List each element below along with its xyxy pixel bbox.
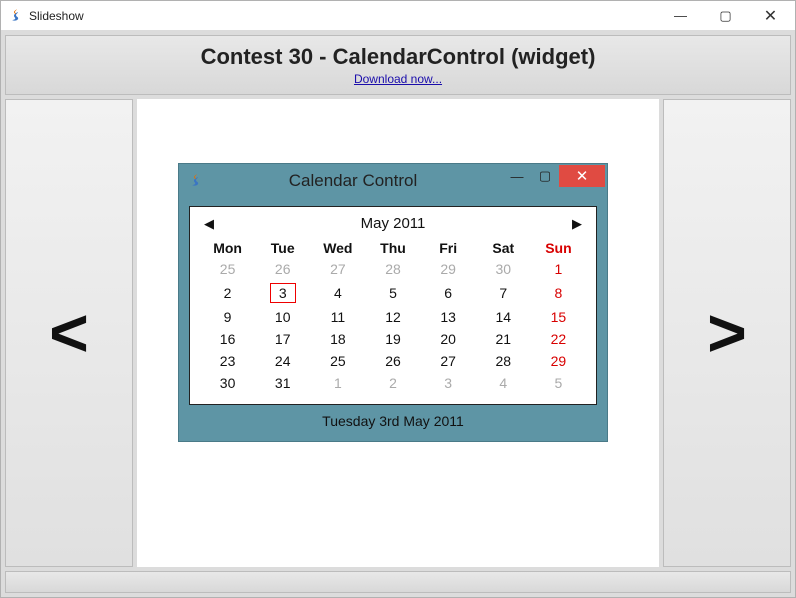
calendar-day[interactable]: 18 bbox=[310, 328, 365, 350]
calendar-titlebar: Calendar Control — ▢ ✕ bbox=[179, 164, 607, 198]
calendar-day[interactable]: 6 bbox=[421, 280, 476, 306]
calendar-day[interactable]: 13 bbox=[421, 306, 476, 328]
java-icon bbox=[7, 8, 23, 24]
minimize-button[interactable]: — bbox=[658, 2, 703, 30]
titlebar: Slideshow — ▢ ✕ bbox=[1, 1, 795, 31]
calendar-day[interactable]: 11 bbox=[310, 306, 365, 328]
calendar-day[interactable]: 22 bbox=[531, 328, 586, 350]
calendar-day[interactable]: 3 bbox=[421, 372, 476, 394]
titlebar-left: Slideshow bbox=[7, 8, 84, 24]
calendar-day[interactable]: 27 bbox=[421, 350, 476, 372]
calendar-day[interactable]: 27 bbox=[310, 258, 365, 280]
calendar-day[interactable]: 24 bbox=[255, 350, 310, 372]
calendar-day[interactable]: 28 bbox=[476, 350, 531, 372]
calendar-day[interactable]: 7 bbox=[476, 280, 531, 306]
slide-image: Calendar Control — ▢ ✕ ◀ Ma bbox=[178, 153, 618, 513]
calendar-row: 16171819202122 bbox=[200, 328, 586, 350]
calendar-weekday: Sun bbox=[531, 238, 586, 258]
window-controls: — ▢ ✕ bbox=[658, 2, 793, 30]
calendar-day[interactable]: 4 bbox=[476, 372, 531, 394]
java-icon bbox=[187, 173, 203, 189]
calendar-day[interactable]: 31 bbox=[255, 372, 310, 394]
calendar-day[interactable]: 12 bbox=[365, 306, 420, 328]
calendar-day[interactable]: 16 bbox=[200, 328, 255, 350]
calendar-weekday: Sat bbox=[476, 238, 531, 258]
calendar-day[interactable]: 29 bbox=[531, 350, 586, 372]
calendar-row: 9101112131415 bbox=[200, 306, 586, 328]
calendar-maximize-button[interactable]: ▢ bbox=[531, 165, 559, 187]
maximize-button[interactable]: ▢ bbox=[703, 2, 748, 30]
calendar-minimize-button[interactable]: — bbox=[503, 165, 531, 187]
calendar-prev-month-icon[interactable]: ◀ bbox=[204, 216, 214, 232]
calendar-day[interactable]: 21 bbox=[476, 328, 531, 350]
calendar-day[interactable]: 5 bbox=[531, 372, 586, 394]
calendar-day[interactable]: 9 bbox=[200, 306, 255, 328]
calendar-weekday: Mon bbox=[200, 238, 255, 258]
footer-panel bbox=[5, 571, 791, 593]
calendar-day[interactable]: 26 bbox=[255, 258, 310, 280]
calendar-row: 23242526272829 bbox=[200, 350, 586, 372]
calendar-header: ◀ May 2011 ▶ bbox=[200, 215, 586, 238]
calendar-next-month-icon[interactable]: ▶ bbox=[572, 216, 582, 232]
calendar-day[interactable]: 29 bbox=[421, 258, 476, 280]
calendar-content: ◀ May 2011 ▶ MonTueWedThuFriSatSun 25262… bbox=[179, 198, 607, 441]
calendar-window: Calendar Control — ▢ ✕ ◀ Ma bbox=[178, 163, 608, 442]
app-window: Slideshow — ▢ ✕ Contest 30 - CalendarCon… bbox=[0, 0, 796, 598]
window-title: Slideshow bbox=[29, 9, 84, 23]
calendar-day[interactable]: 1 bbox=[310, 372, 365, 394]
calendar-window-controls: — ▢ ✕ bbox=[503, 164, 605, 198]
calendar-month-label: May 2011 bbox=[361, 215, 426, 232]
calendar-day[interactable]: 23 bbox=[200, 350, 255, 372]
calendar-weekday: Tue bbox=[255, 238, 310, 258]
page-title: Contest 30 - CalendarControl (widget) bbox=[201, 44, 596, 70]
calendar-day[interactable]: 3 bbox=[255, 280, 310, 306]
next-button[interactable]: > bbox=[663, 99, 791, 567]
calendar-day[interactable]: 25 bbox=[200, 258, 255, 280]
close-button[interactable]: ✕ bbox=[748, 2, 793, 30]
calendar-box: ◀ May 2011 ▶ MonTueWedThuFriSatSun 25262… bbox=[189, 206, 597, 405]
calendar-weekday: Thu bbox=[365, 238, 420, 258]
calendar-day[interactable]: 19 bbox=[365, 328, 420, 350]
calendar-row: 303112345 bbox=[200, 372, 586, 394]
calendar-close-button[interactable]: ✕ bbox=[559, 165, 605, 187]
calendar-day[interactable]: 2 bbox=[200, 280, 255, 306]
calendar-day[interactable]: 5 bbox=[365, 280, 420, 306]
calendar-weekday: Fri bbox=[421, 238, 476, 258]
calendar-window-title: Calendar Control bbox=[203, 171, 503, 191]
content-row: < Calendar Control bbox=[5, 99, 791, 567]
slide-panel: Calendar Control — ▢ ✕ ◀ Ma bbox=[137, 99, 659, 567]
calendar-day[interactable]: 30 bbox=[200, 372, 255, 394]
calendar-day[interactable]: 15 bbox=[531, 306, 586, 328]
calendar-grid: MonTueWedThuFriSatSun 252627282930123456… bbox=[200, 238, 586, 394]
calendar-day[interactable]: 26 bbox=[365, 350, 420, 372]
calendar-day[interactable]: 1 bbox=[531, 258, 586, 280]
calendar-day[interactable]: 25 bbox=[310, 350, 365, 372]
calendar-day[interactable]: 4 bbox=[310, 280, 365, 306]
download-link[interactable]: Download now... bbox=[354, 72, 442, 86]
calendar-day[interactable]: 20 bbox=[421, 328, 476, 350]
calendar-day[interactable]: 28 bbox=[365, 258, 420, 280]
calendar-day[interactable]: 2 bbox=[365, 372, 420, 394]
calendar-day[interactable]: 14 bbox=[476, 306, 531, 328]
header-panel: Contest 30 - CalendarControl (widget) Do… bbox=[5, 35, 791, 95]
calendar-day[interactable]: 17 bbox=[255, 328, 310, 350]
calendar-day[interactable]: 8 bbox=[531, 280, 586, 306]
prev-button[interactable]: < bbox=[5, 99, 133, 567]
calendar-selected-date: Tuesday 3rd May 2011 bbox=[189, 405, 597, 433]
calendar-weekday: Wed bbox=[310, 238, 365, 258]
client-area: Contest 30 - CalendarControl (widget) Do… bbox=[1, 31, 795, 597]
calendar-row: 2345678 bbox=[200, 280, 586, 306]
calendar-day[interactable]: 10 bbox=[255, 306, 310, 328]
calendar-row: 2526272829301 bbox=[200, 258, 586, 280]
calendar-day[interactable]: 30 bbox=[476, 258, 531, 280]
